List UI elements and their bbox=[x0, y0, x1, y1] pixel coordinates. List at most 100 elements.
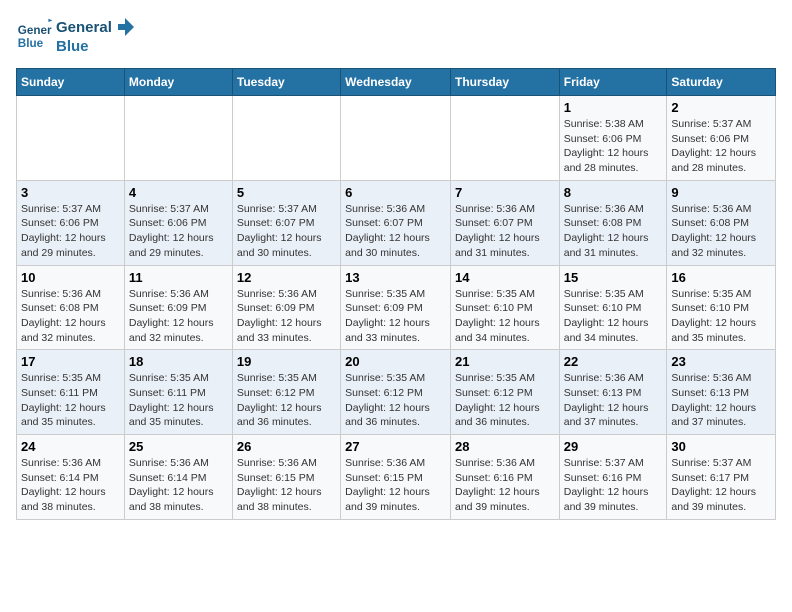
day-info: Sunrise: 5:37 AM Sunset: 6:17 PM Dayligh… bbox=[671, 456, 771, 515]
calendar-cell: 7Sunrise: 5:36 AM Sunset: 6:07 PM Daylig… bbox=[450, 180, 559, 265]
day-info: Sunrise: 5:35 AM Sunset: 6:09 PM Dayligh… bbox=[345, 287, 446, 346]
calendar-cell: 20 Sunrise: 5:35 AM Sunset: 6:12 PM Dayli… bbox=[341, 350, 451, 435]
calendar-cell: 6 Sunrise: 5:36 AM Sunset: 6:07 PM Daylig… bbox=[341, 180, 451, 265]
day-info: Sunrise: 5:36 AM Sunset: 6:09 PM Dayligh… bbox=[129, 287, 228, 346]
day-number: 19 bbox=[237, 354, 336, 369]
day-info: Sunrise: 5:36 AM Sunset: 6:07 PM Dayligh… bbox=[345, 202, 446, 261]
day-number: 1 bbox=[564, 100, 663, 115]
day-number: 2 bbox=[671, 100, 771, 115]
day-number: 14 bbox=[455, 270, 555, 285]
day-number: 5 bbox=[237, 185, 336, 200]
day-info: Sunrise: 5:36 AM Sunset: 6:07 PM Dayligh… bbox=[455, 202, 555, 261]
calendar-cell: 17 Sunrise: 5:35 AM Sunset: 6:11 PM Dayli… bbox=[17, 350, 125, 435]
day-number: 18 bbox=[129, 354, 228, 369]
day-number: 26 bbox=[237, 439, 336, 454]
week-row-5: 24 Sunrise: 5:36 AM Sunset: 6:14 PM Dayli… bbox=[17, 435, 776, 520]
header-row: SundayMondayTuesdayWednesdayThursdayFrid… bbox=[17, 69, 776, 96]
day-info: Sunrise: 5:37 AM Sunset: 6:06 PM Dayligh… bbox=[129, 202, 228, 261]
day-number: 20 bbox=[345, 354, 446, 369]
day-number: 11 bbox=[129, 270, 228, 285]
day-number: 24 bbox=[21, 439, 120, 454]
calendar-cell: 23 Sunrise: 5:36 AM Sunset: 6:13 PM Dayli… bbox=[667, 350, 776, 435]
week-row-3: 10 Sunrise: 5:36 AM Sunset: 6:08 PM Dayli… bbox=[17, 265, 776, 350]
day-number: 29 bbox=[564, 439, 663, 454]
calendar-cell: 3 Sunrise: 5:37 AM Sunset: 6:06 PM Daylig… bbox=[17, 180, 125, 265]
day-number: 10 bbox=[21, 270, 120, 285]
calendar-cell: 26 Sunrise: 5:36 AM Sunset: 6:15 PM Dayli… bbox=[232, 435, 340, 520]
day-info: Sunrise: 5:37 AM Sunset: 6:06 PM Dayligh… bbox=[21, 202, 120, 261]
day-info: Sunrise: 5:36 AM Sunset: 6:08 PM Dayligh… bbox=[671, 202, 771, 261]
header-day-tuesday: Tuesday bbox=[232, 69, 340, 96]
calendar-cell: 10 Sunrise: 5:36 AM Sunset: 6:08 PM Dayli… bbox=[17, 265, 125, 350]
day-info: Sunrise: 5:37 AM Sunset: 6:16 PM Dayligh… bbox=[564, 456, 663, 515]
day-info: Sunrise: 5:36 AM Sunset: 6:15 PM Dayligh… bbox=[237, 456, 336, 515]
calendar-cell: 9 Sunrise: 5:36 AM Sunset: 6:08 PM Daylig… bbox=[667, 180, 776, 265]
day-info: Sunrise: 5:36 AM Sunset: 6:14 PM Dayligh… bbox=[129, 456, 228, 515]
svg-text:General: General bbox=[18, 24, 52, 37]
day-info: Sunrise: 5:36 AM Sunset: 6:15 PM Dayligh… bbox=[345, 456, 446, 515]
day-info: Sunrise: 5:36 AM Sunset: 6:16 PM Dayligh… bbox=[455, 456, 555, 515]
calendar-cell: 1Sunrise: 5:38 AM Sunset: 6:06 PM Daylig… bbox=[559, 96, 667, 181]
day-info: Sunrise: 5:35 AM Sunset: 6:12 PM Dayligh… bbox=[237, 371, 336, 430]
logo-arrow-icon bbox=[114, 16, 136, 38]
week-row-1: 1Sunrise: 5:38 AM Sunset: 6:06 PM Daylig… bbox=[17, 96, 776, 181]
day-info: Sunrise: 5:35 AM Sunset: 6:10 PM Dayligh… bbox=[671, 287, 771, 346]
day-number: 27 bbox=[345, 439, 446, 454]
day-number: 21 bbox=[455, 354, 555, 369]
day-number: 8 bbox=[564, 185, 663, 200]
day-info: Sunrise: 5:35 AM Sunset: 6:12 PM Dayligh… bbox=[345, 371, 446, 430]
logo-blue: Blue bbox=[56, 38, 89, 55]
calendar-cell: 25 Sunrise: 5:36 AM Sunset: 6:14 PM Dayli… bbox=[124, 435, 232, 520]
header-day-thursday: Thursday bbox=[450, 69, 559, 96]
calendar-cell bbox=[124, 96, 232, 181]
calendar-cell: 11 Sunrise: 5:36 AM Sunset: 6:09 PM Dayli… bbox=[124, 265, 232, 350]
day-number: 4 bbox=[129, 185, 228, 200]
day-info: Sunrise: 5:36 AM Sunset: 6:13 PM Dayligh… bbox=[671, 371, 771, 430]
day-number: 15 bbox=[564, 270, 663, 285]
calendar-cell: 5 Sunrise: 5:37 AM Sunset: 6:07 PM Daylig… bbox=[232, 180, 340, 265]
day-info: Sunrise: 5:36 AM Sunset: 6:13 PM Dayligh… bbox=[564, 371, 663, 430]
calendar-cell bbox=[232, 96, 340, 181]
calendar-cell: 22 Sunrise: 5:36 AM Sunset: 6:13 PM Dayli… bbox=[559, 350, 667, 435]
header-day-wednesday: Wednesday bbox=[341, 69, 451, 96]
calendar-cell bbox=[17, 96, 125, 181]
day-info: Sunrise: 5:36 AM Sunset: 6:08 PM Dayligh… bbox=[21, 287, 120, 346]
day-info: Sunrise: 5:37 AM Sunset: 6:06 PM Dayligh… bbox=[671, 117, 771, 176]
day-number: 25 bbox=[129, 439, 228, 454]
header-day-saturday: Saturday bbox=[667, 69, 776, 96]
day-info: Sunrise: 5:35 AM Sunset: 6:11 PM Dayligh… bbox=[21, 371, 120, 430]
day-number: 23 bbox=[671, 354, 771, 369]
day-info: Sunrise: 5:37 AM Sunset: 6:07 PM Dayligh… bbox=[237, 202, 336, 261]
calendar-cell: 27 Sunrise: 5:36 AM Sunset: 6:15 PM Dayli… bbox=[341, 435, 451, 520]
week-row-4: 17 Sunrise: 5:35 AM Sunset: 6:11 PM Dayli… bbox=[17, 350, 776, 435]
day-number: 3 bbox=[21, 185, 120, 200]
calendar-cell: 8 Sunrise: 5:36 AM Sunset: 6:08 PM Daylig… bbox=[559, 180, 667, 265]
header-day-sunday: Sunday bbox=[17, 69, 125, 96]
logo-icon: General Blue bbox=[16, 18, 52, 54]
calendar-cell: 15 Sunrise: 5:35 AM Sunset: 6:10 PM Dayli… bbox=[559, 265, 667, 350]
day-number: 13 bbox=[345, 270, 446, 285]
calendar-cell: 18Sunrise: 5:35 AM Sunset: 6:11 PM Dayli… bbox=[124, 350, 232, 435]
day-number: 22 bbox=[564, 354, 663, 369]
calendar-cell: 24 Sunrise: 5:36 AM Sunset: 6:14 PM Dayli… bbox=[17, 435, 125, 520]
day-number: 6 bbox=[345, 185, 446, 200]
calendar-cell: 19 Sunrise: 5:35 AM Sunset: 6:12 PM Dayli… bbox=[232, 350, 340, 435]
week-row-2: 3 Sunrise: 5:37 AM Sunset: 6:06 PM Daylig… bbox=[17, 180, 776, 265]
day-number: 9 bbox=[671, 185, 771, 200]
day-info: Sunrise: 5:36 AM Sunset: 6:09 PM Dayligh… bbox=[237, 287, 336, 346]
day-number: 30 bbox=[671, 439, 771, 454]
day-info: Sunrise: 5:35 AM Sunset: 6:10 PM Dayligh… bbox=[564, 287, 663, 346]
calendar-cell: 30 Sunrise: 5:37 AM Sunset: 6:17 PM Dayli… bbox=[667, 435, 776, 520]
calendar-cell bbox=[450, 96, 559, 181]
calendar-table: SundayMondayTuesdayWednesdayThursdayFrid… bbox=[16, 68, 776, 520]
day-number: 16 bbox=[671, 270, 771, 285]
day-info: Sunrise: 5:36 AM Sunset: 6:08 PM Dayligh… bbox=[564, 202, 663, 261]
calendar-cell: 14Sunrise: 5:35 AM Sunset: 6:10 PM Dayli… bbox=[450, 265, 559, 350]
calendar-cell: 21 Sunrise: 5:35 AM Sunset: 6:12 PM Dayli… bbox=[450, 350, 559, 435]
day-info: Sunrise: 5:35 AM Sunset: 6:12 PM Dayligh… bbox=[455, 371, 555, 430]
svg-text:Blue: Blue bbox=[18, 37, 44, 50]
day-info: Sunrise: 5:36 AM Sunset: 6:14 PM Dayligh… bbox=[21, 456, 120, 515]
day-number: 17 bbox=[21, 354, 120, 369]
calendar-cell: 2 Sunrise: 5:37 AM Sunset: 6:06 PM Daylig… bbox=[667, 96, 776, 181]
logo: General Blue General Blue bbox=[16, 16, 136, 56]
